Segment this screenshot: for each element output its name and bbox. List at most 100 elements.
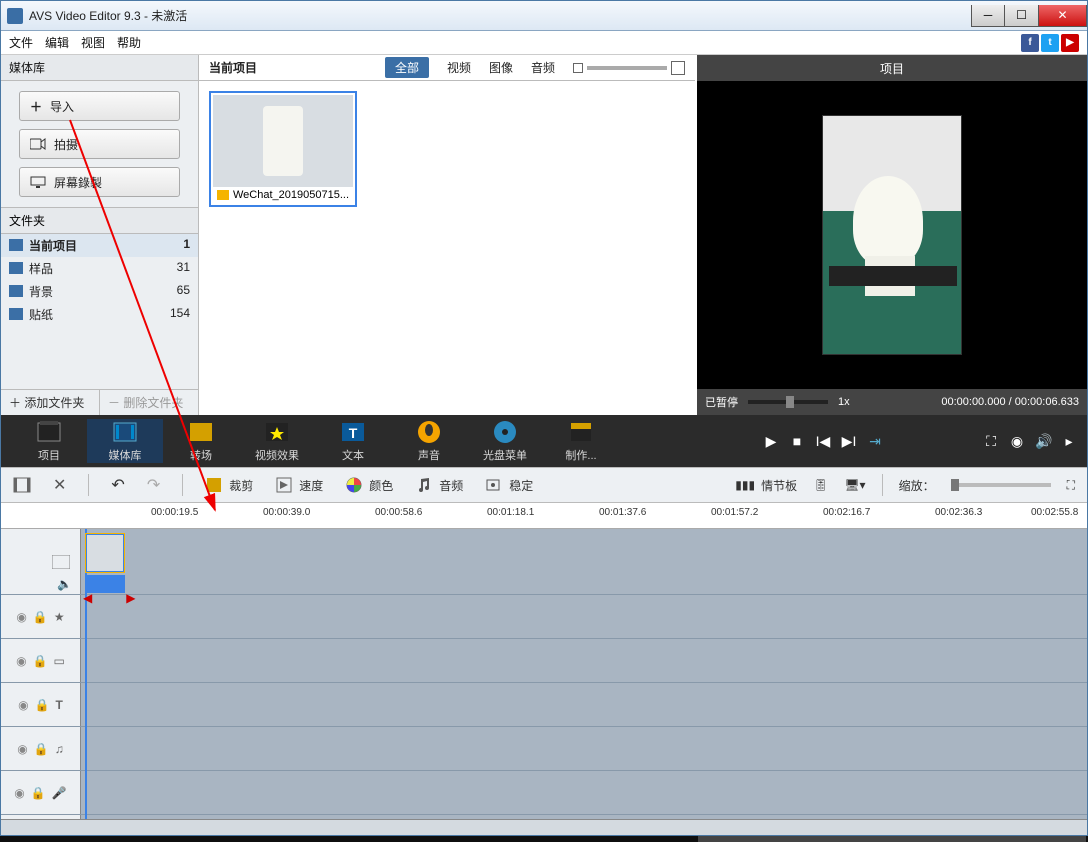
speed-button[interactable]: 速度 <box>275 476 323 494</box>
import-button[interactable]: ＋ 导入 <box>19 91 180 121</box>
media-tab[interactable]: 媒体库 <box>87 419 163 463</box>
tab-audio[interactable]: 音频 <box>531 59 555 76</box>
current-time: 00:00:00.000 <box>941 396 1005 408</box>
delete-button[interactable]: ✕ <box>53 475 66 495</box>
ruler-tick: 00:02:16.7 <box>823 507 870 518</box>
play-button[interactable]: ▶ <box>763 433 779 450</box>
folder-count: 154 <box>170 306 190 323</box>
delete-folder-button[interactable]: － 删除文件夹 <box>99 390 198 415</box>
speed-icon <box>275 476 293 494</box>
folder-row[interactable]: 当前项目1 <box>1 234 198 257</box>
media-library-header: 媒体库 <box>1 55 198 81</box>
tab-all[interactable]: 全部 <box>385 57 429 78</box>
redo-button[interactable]: ↷ <box>147 475 160 495</box>
film-icon[interactable] <box>13 476 31 494</box>
next-frame-button[interactable]: ▶I <box>841 433 857 450</box>
audio-button[interactable]: 音频 <box>415 476 463 494</box>
effects-tab[interactable]: 视频效果 <box>239 419 315 463</box>
storyboard-label: 情节板 <box>761 477 797 494</box>
menu-help[interactable]: 帮助 <box>117 34 141 51</box>
shoot-button[interactable]: 拍摄 <box>19 129 180 159</box>
import-label: 导入 <box>50 98 74 115</box>
speed-label: 速度 <box>299 477 323 494</box>
folder-name: 样品 <box>29 260 53 277</box>
disc-label: 光盘菜单 <box>483 447 527 463</box>
storyboard-button[interactable]: ▮▮▮情节板 <box>735 477 797 494</box>
folder-name: 当前项目 <box>29 237 77 254</box>
project-tab[interactable]: 项目 <box>11 419 87 463</box>
folder-row[interactable]: 背景65 <box>1 280 198 303</box>
tab-video[interactable]: 视频 <box>447 59 471 76</box>
gallery-panel: 当前项目 全部 视频 图像 音频 <box>199 55 695 415</box>
crop-button[interactable]: 裁剪 <box>205 476 253 494</box>
preview-seek-slider[interactable] <box>698 836 1086 842</box>
speed-slider[interactable] <box>748 400 828 404</box>
screenrec-label: 屏幕錄製 <box>54 174 102 191</box>
folder-count: 31 <box>177 260 190 277</box>
text-tab[interactable]: T文本 <box>315 419 391 463</box>
folder-icon <box>9 239 23 251</box>
folder-row[interactable]: 样品 31 <box>1 257 198 280</box>
project-label: 项目 <box>38 447 60 463</box>
ruler-tick: 00:00:58.6 <box>375 507 422 518</box>
fit-zoom-button[interactable]: ⛶ <box>1067 478 1075 493</box>
snapshot-button[interactable]: ◉ <box>1009 433 1025 450</box>
fullscreen-button[interactable]: ⛶ <box>983 433 999 450</box>
media-label: 媒体库 <box>109 447 142 463</box>
clip-name: WeChat_2019050715... <box>233 189 349 201</box>
audio-mixer-button[interactable]: 🎚 <box>813 478 828 492</box>
volume-button[interactable]: 🔊 <box>1035 433 1051 450</box>
screen-record-button[interactable]: 屏幕錄製 <box>19 167 180 197</box>
minimize-button[interactable]: ─ <box>971 5 1005 27</box>
gallery-title: 当前项目 <box>209 59 257 76</box>
shoot-label: 拍摄 <box>54 136 78 153</box>
twitter-icon[interactable]: t <box>1041 34 1059 52</box>
plus-icon: ＋ <box>30 98 42 115</box>
produce-tab[interactable]: 制作... <box>543 419 619 463</box>
timeline-clip[interactable] <box>85 533 125 573</box>
maximize-button[interactable]: ☐ <box>1005 5 1039 27</box>
mode-toolbar: 项目 媒体库 转场 视频效果 T文本 声音 光盘菜单 制作... ▶ ■ I◀ … <box>1 415 1087 467</box>
close-button[interactable]: ✕ <box>1039 5 1087 27</box>
transition-label: 转场 <box>190 447 212 463</box>
svg-text:T: T <box>349 425 358 441</box>
facebook-icon[interactable]: f <box>1021 34 1039 52</box>
thumbnail-size-slider[interactable] <box>573 61 685 75</box>
disc-menu-tab[interactable]: 光盘菜单 <box>467 419 543 463</box>
edit-toolbar: ✕ ↶ ↷ 裁剪 速度 颜色 音频 稳定 ▮▮▮情节板 🎚 🖥▾ 缩放： ⛶ <box>1 467 1087 503</box>
undo-button[interactable]: ↶ <box>111 475 124 495</box>
stop-button[interactable]: ■ <box>789 433 805 449</box>
menu-edit[interactable]: 编辑 <box>45 34 69 51</box>
ruler-tick: 00:01:18.1 <box>487 507 534 518</box>
transition-tab[interactable]: 转场 <box>163 419 239 463</box>
speaker-icon[interactable]: 🔈 <box>57 577 72 591</box>
menu-view[interactable]: 视图 <box>81 34 105 51</box>
color-button[interactable]: 颜色 <box>345 476 393 494</box>
ruler-tick: 00:01:57.2 <box>711 507 758 518</box>
menu-file[interactable]: 文件 <box>9 34 33 51</box>
prev-frame-button[interactable]: I◀ <box>815 433 831 450</box>
add-folder-button[interactable]: ＋ 添加文件夹 <box>1 390 99 415</box>
media-thumbnail[interactable]: WeChat_2019050715... <box>209 91 357 207</box>
folder-row[interactable]: 贴纸154 <box>1 303 198 326</box>
time-ruler[interactable]: 00:00:19.5 00:00:39.0 00:00:58.6 00:01:1… <box>1 503 1087 529</box>
audio-label: 音频 <box>439 477 463 494</box>
large-box-icon <box>671 61 685 75</box>
stabilize-button[interactable]: 稳定 <box>485 476 533 494</box>
zoom-slider[interactable] <box>951 483 1051 487</box>
display-settings-button[interactable]: 🖥▾ <box>844 478 865 492</box>
tab-image[interactable]: 图像 <box>489 59 513 76</box>
del-folder-label: 删除文件夹 <box>123 396 183 410</box>
camera-icon <box>30 138 46 150</box>
horizontal-scrollbar[interactable] <box>1 819 1087 835</box>
ruler-tick: 00:02:55.8 <box>1031 507 1078 518</box>
volume-chevron-icon[interactable]: ▸ <box>1061 433 1077 450</box>
small-box-icon <box>573 63 583 73</box>
sound-label: 声音 <box>418 447 440 463</box>
youtube-icon[interactable]: ▶ <box>1061 34 1079 52</box>
folder-icon <box>9 262 23 274</box>
mark-button[interactable]: ⇥ <box>867 433 883 450</box>
sound-tab[interactable]: 声音 <box>391 419 467 463</box>
ruler-tick: 00:00:39.0 <box>263 507 310 518</box>
timeline[interactable]: ◉🔒★ ◉🔒▭ ◉🔒T ◉🔒♫ ◉🔒🎤 ◀▶ 🔈 <box>1 529 1087 819</box>
